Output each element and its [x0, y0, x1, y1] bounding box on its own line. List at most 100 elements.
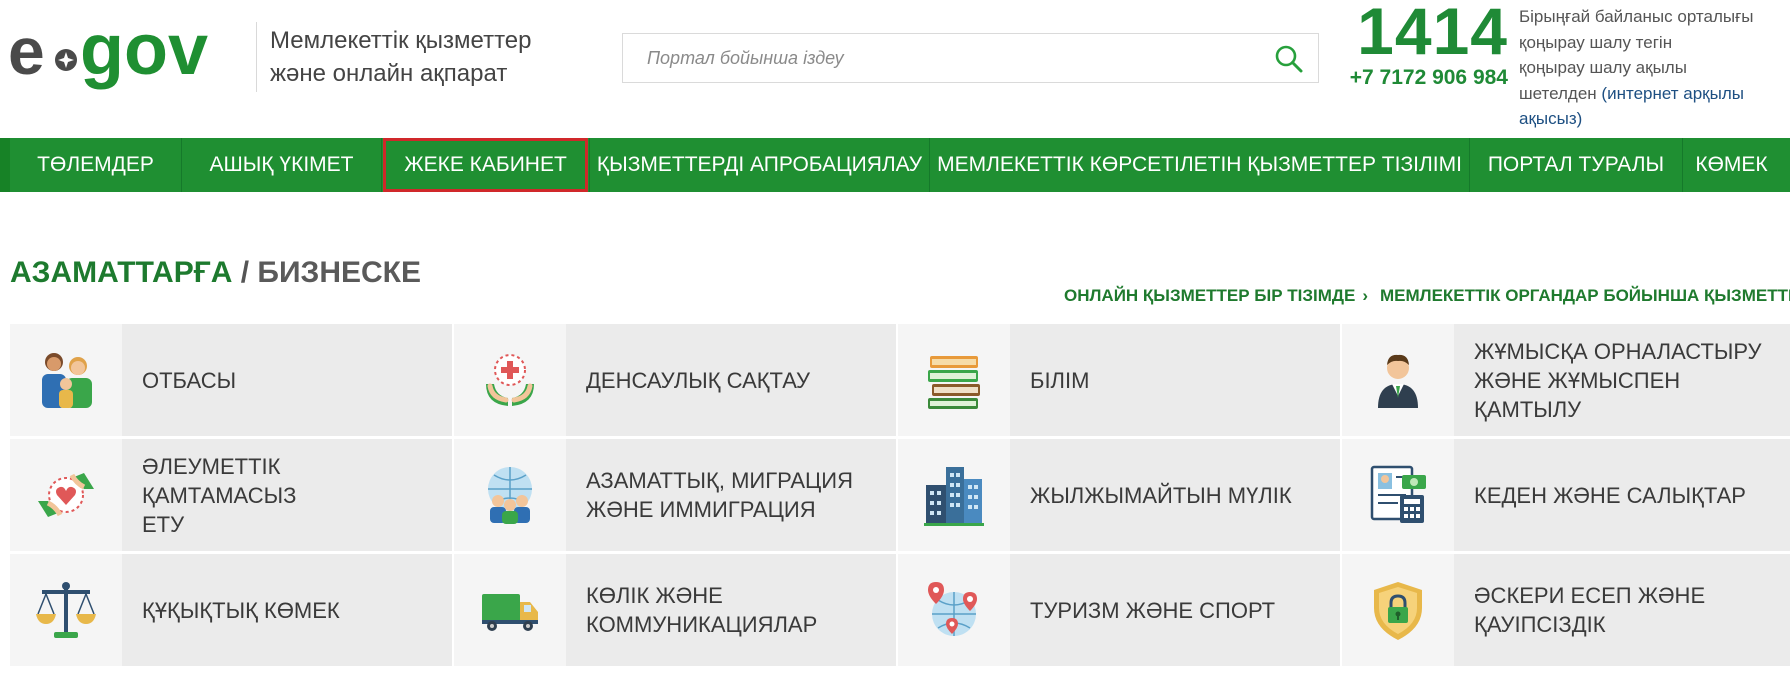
category-education[interactable]: БІЛІМ	[898, 324, 1340, 436]
globe-people-icon-box	[454, 439, 566, 551]
site-tagline: Мемлекеттік қызметтер және онлайн ақпара…	[270, 24, 531, 90]
contact-internet-link-cont[interactable]: ақысыз)	[1519, 106, 1784, 132]
category-customs-taxes[interactable]: КЕДЕН ЖӘНЕ САЛЫҚТАР	[1342, 439, 1790, 551]
nav-item-services-register[interactable]: МЕМЛЕКЕТТІК КӨРСЕТІЛЕТІН ҚЫЗМЕТТЕР ТІЗІЛ…	[930, 138, 1470, 192]
category-label-line: ЕТУ	[142, 511, 185, 537]
category-label-line: БІЛІМ	[1030, 367, 1090, 393]
nav-item-about-portal[interactable]: ПОРТАЛ ТУРАЛЫ	[1470, 138, 1683, 192]
category-label-line: ДЕНСАУЛЫҚ САҚТАУ	[586, 367, 810, 393]
category-health[interactable]: ДЕНСАУЛЫҚ САҚТАУ	[454, 324, 896, 436]
tagline-line-1: Мемлекеттік қызметтер	[270, 27, 532, 54]
business-tab[interactable]: БИЗНЕСКЕ	[257, 256, 421, 289]
hotline-number[interactable]: 1414	[1338, 0, 1508, 64]
tax-document-icon	[1370, 465, 1426, 523]
nav-item-personal-cabinet[interactable]: ЖЕКЕ КАБИНЕТ	[382, 138, 590, 192]
nav-item-open-government[interactable]: АШЫҚ ҮКІМЕТ	[182, 138, 382, 192]
category-label-line: ӘСКЕРИ ЕСЕП ЖӘНЕ	[1474, 583, 1706, 608]
truck-icon-box	[454, 554, 566, 666]
category-label-line: ЖӘНЕ ИММИГРАЦИЯ	[586, 497, 816, 522]
category-label-line: ҚАМТЫЛУ	[1474, 396, 1582, 422]
category-label: ЖЫЛЖЫМАЙТЫН МҮЛІК	[1010, 439, 1340, 551]
category-transport-communications[interactable]: КӨЛІК ЖӘНЕ КОММУНИКАЦИЯЛАР	[454, 554, 896, 666]
family-icon-box	[10, 324, 122, 436]
logo-divider	[256, 22, 257, 92]
search-input[interactable]	[623, 34, 1263, 82]
truck-icon	[482, 594, 538, 631]
category-label: АЗАМАТТЫҚ, МИГРАЦИЯ ЖӘНЕ ИММИГРАЦИЯ	[566, 439, 896, 551]
nav-item-help[interactable]: КӨМЕК	[1683, 138, 1780, 192]
category-label: БІЛІМ	[1010, 324, 1340, 436]
contact-center-info: Бірыңғай байланыс орталығы қоңырау шалу …	[1519, 4, 1784, 132]
category-legal-aid[interactable]: ҚҰҚЫҚТЫҚ КӨМЕК	[10, 554, 452, 666]
globe-pins-icon-box	[898, 554, 1010, 666]
category-real-estate[interactable]: ЖЫЛЖЫМАЙТЫН МҮЛІК	[898, 439, 1340, 551]
online-services-list-label: ОНЛАЙН ҚЫЗМЕТТЕР БІР ТІЗІМДЕ	[1064, 286, 1356, 305]
category-label: ДЕНСАУЛЫҚ САҚТАУ	[566, 324, 896, 436]
family-icon	[42, 353, 92, 408]
contact-internet-link[interactable]: (интернет арқылы	[1601, 84, 1744, 103]
contact-line-1: Бірыңғай байланыс орталығы	[1519, 7, 1754, 26]
contact-line-3: қоңырау шалу ақылы	[1519, 58, 1687, 77]
scales-icon	[36, 582, 96, 638]
category-employment[interactable]: ЖҰМЫСҚА ОРНАЛАСТЫРУ ЖӘНЕ ЖҰМЫСПЕН ҚАМТЫЛ…	[1342, 324, 1790, 436]
category-label-line: ЖӘНЕ ЖҰМЫСПЕН	[1474, 367, 1681, 393]
category-label: ЖҰМЫСҚА ОРНАЛАСТЫРУ ЖӘНЕ ЖҰМЫСПЕН ҚАМТЫЛ…	[1454, 324, 1790, 436]
online-services-list-link[interactable]: ОНЛАЙН ҚЫЗМЕТТЕР БІР ТІЗІМДЕ ›	[1064, 286, 1368, 306]
category-citizenship-migration[interactable]: АЗАМАТТЫҚ, МИГРАЦИЯ ЖӘНЕ ИММИГРАЦИЯ	[454, 439, 896, 551]
category-label-line: ҚАУІПСІЗДІК	[1474, 612, 1606, 637]
search-icon[interactable]	[1272, 42, 1306, 76]
category-label-line: КӨЛІК ЖӘНЕ	[586, 583, 723, 608]
audience-switch: АЗАМАТТАРҒА / БИЗНЕСКЕ	[10, 256, 421, 290]
category-label: КЕДЕН ЖӘНЕ САЛЫҚТАР	[1454, 439, 1790, 551]
audience-separator: /	[232, 256, 258, 289]
tagline-line-2: және онлайн ақпарат	[270, 60, 508, 87]
contact-line-4: шетелден (интернет арқылы	[1519, 81, 1784, 107]
services-by-agency-label: МЕМЛЕКЕТТІК ОРГАНДАР БОЙЫНША ҚЫЗМЕТТЕР	[1380, 286, 1790, 305]
category-label-line: ТУРИЗМ ЖӘНЕ СПОРТ	[1030, 597, 1276, 623]
category-family[interactable]: ОТБАСЫ	[10, 324, 452, 436]
category-label-line: ӘЛЕУМЕТТІК ҚАМТАМАСЫЗ	[142, 453, 297, 508]
health-icon-box	[454, 324, 566, 436]
chevron-right-icon: ›	[1362, 286, 1369, 305]
nav-item-payments[interactable]: ТӨЛЕМДЕР	[10, 138, 182, 192]
category-label: ТУРИЗМ ЖӘНЕ СПОРТ	[1010, 554, 1340, 666]
globe-pins-icon	[928, 582, 977, 636]
category-label: ӘСКЕРИ ЕСЕП ЖӘНЕ ҚАУІПСІЗДІК	[1454, 554, 1790, 666]
site-header: e gov Мемлекеттік қызметтер және онлайн …	[0, 0, 1790, 138]
category-label: КӨЛІК ЖӘНЕ КОММУНИКАЦИЯЛАР	[566, 554, 896, 666]
shield-lock-icon	[1374, 582, 1422, 640]
social-care-icon	[38, 473, 94, 517]
search-box	[622, 33, 1319, 83]
main-nav: ТӨЛЕМДЕР АШЫҚ ҮКІМЕТ ЖЕКЕ КАБИНЕТ ҚЫЗМЕТ…	[0, 138, 1790, 192]
hotline-phone[interactable]: +7 7172 906 984	[1338, 66, 1508, 90]
tax-document-icon-box	[1342, 439, 1454, 551]
category-social-security[interactable]: ӘЛЕУМЕТТІК ҚАМТАМАСЫЗ ЕТУ	[10, 439, 452, 551]
shield-lock-icon-box	[1342, 554, 1454, 666]
contact-abroad-text: шетелден	[1519, 83, 1602, 103]
hotline-block: 1414 +7 7172 906 984	[1338, 0, 1508, 90]
employee-icon	[1378, 354, 1418, 408]
category-military-security[interactable]: ӘСКЕРИ ЕСЕП ЖӘНЕ ҚАУІПСІЗДІК	[1342, 554, 1790, 666]
books-icon-box	[898, 324, 1010, 436]
contact-line-2: қоңырау шалу тегін	[1519, 32, 1673, 52]
category-label-line: ЖЫЛЖЫМАЙТЫН МҮЛІК	[1030, 482, 1292, 508]
globe-people-icon	[488, 467, 532, 524]
social-care-icon-box	[10, 439, 122, 551]
services-by-agency-link[interactable]: МЕМЛЕКЕТТІК ОРГАНДАР БОЙЫНША ҚЫЗМЕТТЕР›	[1380, 286, 1790, 306]
nav-item-service-approbation[interactable]: ҚЫЗМЕТТЕРДІ АПРОБАЦИЯЛАУ	[590, 138, 930, 192]
books-icon	[928, 356, 980, 409]
category-label: ӘЛЕУМЕТТІК ҚАМТАМАСЫЗ ЕТУ	[122, 439, 452, 551]
category-label: ҚҰҚЫҚТЫҚ КӨМЕК	[122, 554, 452, 666]
category-label: ОТБАСЫ	[122, 324, 452, 436]
egov-logo[interactable]: e gov	[8, 14, 248, 100]
category-label-line: ОТБАСЫ	[142, 367, 237, 393]
category-tourism-sport[interactable]: ТУРИЗМ ЖӘНЕ СПОРТ	[898, 554, 1340, 666]
employee-icon-box	[1342, 324, 1454, 436]
buildings-icon	[924, 467, 984, 526]
category-label-line: АЗАМАТТЫҚ, МИГРАЦИЯ	[586, 468, 853, 493]
buildings-icon-box	[898, 439, 1010, 551]
category-grid: ОТБАСЫ ДЕНСАУЛЫҚ САҚТАУ БІЛІМ ЖҰМЫСҚА ОР…	[10, 324, 1790, 666]
svg-text:gov: gov	[80, 14, 208, 90]
svg-text:e: e	[8, 14, 45, 88]
citizens-tab[interactable]: АЗАМАТТАРҒА	[10, 256, 232, 289]
